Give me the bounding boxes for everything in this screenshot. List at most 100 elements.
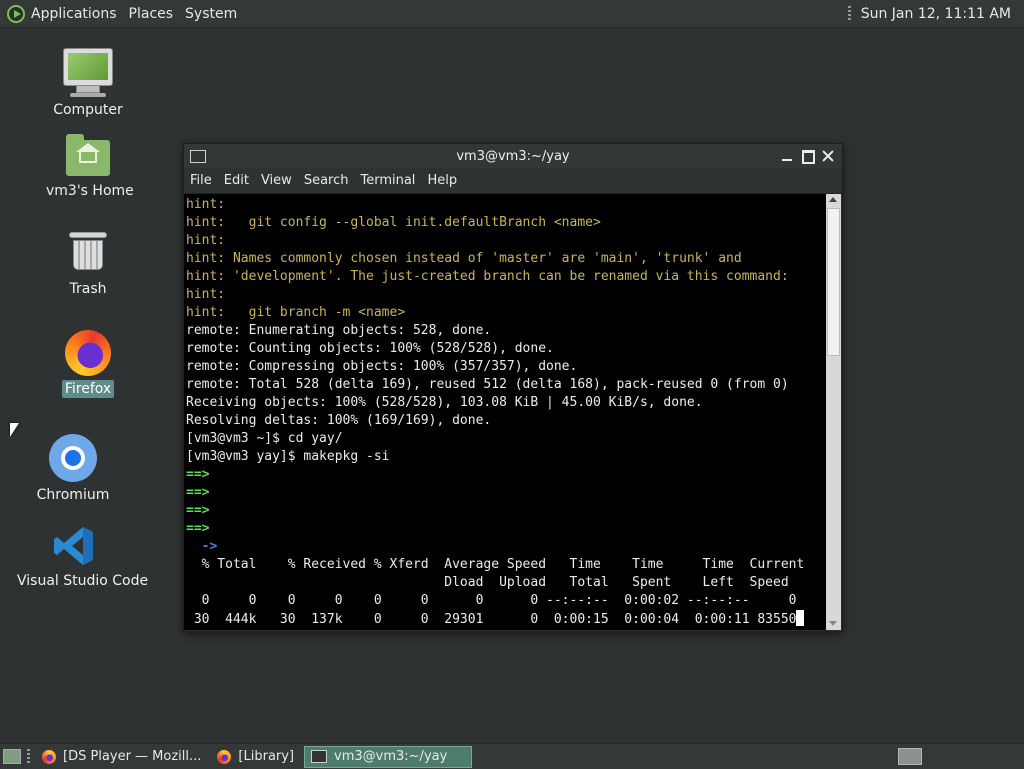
terminal-line: hint: 'development'. The just-created br… — [186, 268, 826, 286]
trash-icon — [69, 232, 107, 276]
desktop-icon-vscode[interactable]: Visual Studio Code — [14, 524, 148, 590]
terminal-line-text: Resolving deltas: 100% (169/169), done. — [186, 413, 492, 428]
task-label: [Library] — [238, 749, 295, 764]
terminal-line: hint: git config --global init.defaultBr… — [186, 214, 826, 232]
terminal-line: ==> — [186, 484, 826, 502]
workspace-switcher[interactable] — [898, 748, 922, 765]
terminal-line: [vm3@vm3 yay]$ makepkg -si — [186, 448, 826, 466]
terminal-lines: hint: hint: git config --global init.defa… — [184, 194, 826, 628]
terminal-menu-bar: File Edit View Search Terminal Help — [184, 168, 842, 194]
window-title-bar[interactable]: vm3@vm3:~/yay — [184, 144, 842, 168]
terminal-line-text: hint: 'development'. The just-created br… — [186, 269, 789, 284]
scrollbar-thumb[interactable] — [827, 208, 840, 356]
close-icon[interactable] — [820, 148, 836, 164]
terminal-line-text: Dload Upload Total Spent Left Speed — [186, 575, 789, 590]
desktop-icon-label: Trash — [69, 281, 107, 297]
terminal-line-text: remote: Total 528 (delta 169), reused 51… — [186, 377, 789, 392]
show-desktop-icon[interactable] — [3, 749, 21, 764]
terminal-line-text: remote: Enumerating objects: 528, done. — [186, 323, 492, 338]
vscode-icon — [52, 524, 96, 568]
desktop-icon-home[interactable]: vm3's Home — [43, 134, 134, 200]
computer-icon — [63, 48, 113, 97]
terminal-line-text: remote: Compressing objects: 100% (357/3… — [186, 359, 578, 374]
terminal-line: remote: Counting objects: 100% (528/528)… — [186, 340, 826, 358]
terminal-line: remote: Enumerating objects: 528, done. — [186, 322, 826, 340]
task-label: vm3@vm3:~/yay — [334, 749, 448, 764]
home-folder-icon — [66, 134, 110, 178]
desktop-icon-firefox[interactable]: Firefox — [54, 330, 122, 398]
menu-search[interactable]: Search — [298, 173, 355, 188]
places-menu[interactable]: Places — [129, 6, 174, 22]
terminal-line: ==> — [186, 466, 826, 484]
terminal-line: hint: — [186, 196, 826, 214]
terminal-line: hint: Names commonly chosen instead of '… — [186, 250, 826, 268]
terminal-line-text: ==> — [186, 503, 210, 518]
terminal-line: remote: Compressing objects: 100% (357/3… — [186, 358, 826, 376]
terminal-line-text: % Total % Received % Xferd Average Speed… — [186, 557, 805, 572]
scroll-down-icon[interactable] — [826, 618, 841, 630]
maximize-icon[interactable] — [800, 148, 816, 164]
terminal-line: hint: — [186, 286, 826, 304]
top-panel: Applications Places System Sun Jan 12, 1… — [0, 0, 1024, 28]
desktop-icon-label: Chromium — [36, 487, 110, 503]
terminal-line-text: hint: git config --global init.defaultBr… — [186, 215, 601, 230]
chromium-icon — [49, 434, 97, 482]
terminal-line-text: 0 0 0 0 0 0 0 0 --:--:-- 0:00:02 --:--:-… — [186, 593, 797, 608]
terminal-window[interactable]: vm3@vm3:~/yay File Edit View Search Term… — [183, 143, 843, 632]
panel-handle-icon[interactable] — [847, 5, 851, 22]
terminal-line-text: 30 444k 30 137k 0 0 29301 0 0:00:15 0:00… — [186, 612, 797, 627]
terminal-line-text: ==> — [186, 467, 210, 482]
mate-menu-logo-icon[interactable] — [7, 4, 25, 23]
mouse-pointer-icon — [10, 423, 19, 437]
terminal-output[interactable]: hint: hint: git config --global init.defa… — [184, 194, 826, 630]
terminal-line: Dload Upload Total Spent Left Speed — [186, 574, 826, 592]
terminal-line: hint: — [186, 232, 826, 250]
terminal-line-text: hint: — [186, 197, 226, 212]
terminal-line-text: remote: Counting objects: 100% (528/528)… — [186, 341, 554, 356]
terminal-line-text: hint: git branch -m <name> — [186, 305, 406, 320]
terminal-line: ==> — [186, 520, 826, 538]
minimize-icon[interactable] — [780, 148, 796, 164]
terminal-line: ==> — [186, 502, 826, 520]
menu-terminal[interactable]: Terminal — [354, 173, 421, 188]
text-cursor — [796, 610, 805, 626]
terminal-line-text: [vm3@vm3 yay]$ makepkg -si — [186, 449, 390, 464]
task-library[interactable]: [Library] — [211, 746, 300, 768]
desktop-icon-label: vm3's Home — [46, 183, 134, 199]
firefox-icon — [65, 330, 111, 376]
taskbar-handle-icon[interactable] — [27, 748, 30, 765]
clock[interactable]: Sun Jan 12, 11:11 AM — [861, 6, 1011, 22]
desktop-icon-label: Visual Studio Code — [17, 573, 149, 589]
desktop-icon-chromium[interactable]: Chromium — [33, 434, 113, 504]
terminal-line: Receiving objects: 100% (528/528), 103.0… — [186, 394, 826, 412]
task-terminal[interactable]: vm3@vm3:~/yay — [304, 745, 473, 768]
terminal-line: 30 444k 30 137k 0 0 29301 0 0:00:15 0:00… — [186, 610, 826, 628]
task-ds-player[interactable]: [DS Player — Mozill... — [36, 746, 207, 768]
terminal-line: -> — [186, 538, 826, 556]
desktop-icon-trash[interactable]: Trash — [54, 232, 122, 298]
terminal-line-text: -> — [186, 539, 218, 554]
terminal-line-text: ==> — [186, 485, 210, 500]
task-label: [DS Player — Mozill... — [63, 749, 202, 764]
scroll-up-icon[interactable] — [826, 194, 841, 206]
firefox-icon — [217, 749, 232, 764]
terminal-line-text: hint: — [186, 287, 226, 302]
terminal-line-text: hint: Names commonly chosen instead of '… — [186, 251, 742, 266]
terminal-line-text: [vm3@vm3 ~]$ cd yay/ — [186, 431, 343, 446]
desktop-icon-computer[interactable]: Computer — [50, 48, 126, 119]
applications-menu[interactable]: Applications — [31, 6, 117, 22]
terminal-line: hint: git branch -m <name> — [186, 304, 826, 322]
terminal-line: % Total % Received % Xferd Average Speed… — [186, 556, 826, 574]
menu-help[interactable]: Help — [421, 173, 463, 188]
desktop-icon-label: Firefox — [61, 380, 115, 398]
terminal-icon[interactable] — [190, 149, 206, 163]
menu-edit[interactable]: Edit — [218, 173, 255, 188]
menu-view[interactable]: View — [255, 173, 298, 188]
system-menu[interactable]: System — [185, 6, 237, 22]
menu-file[interactable]: File — [184, 173, 218, 188]
window-title: vm3@vm3:~/yay — [456, 148, 570, 164]
firefox-icon — [42, 749, 56, 764]
terminal-scrollbar[interactable] — [826, 194, 841, 630]
terminal-line-text: hint: — [186, 233, 226, 248]
bottom-taskbar: [DS Player — Mozill... [Library] vm3@vm3… — [0, 743, 1024, 769]
